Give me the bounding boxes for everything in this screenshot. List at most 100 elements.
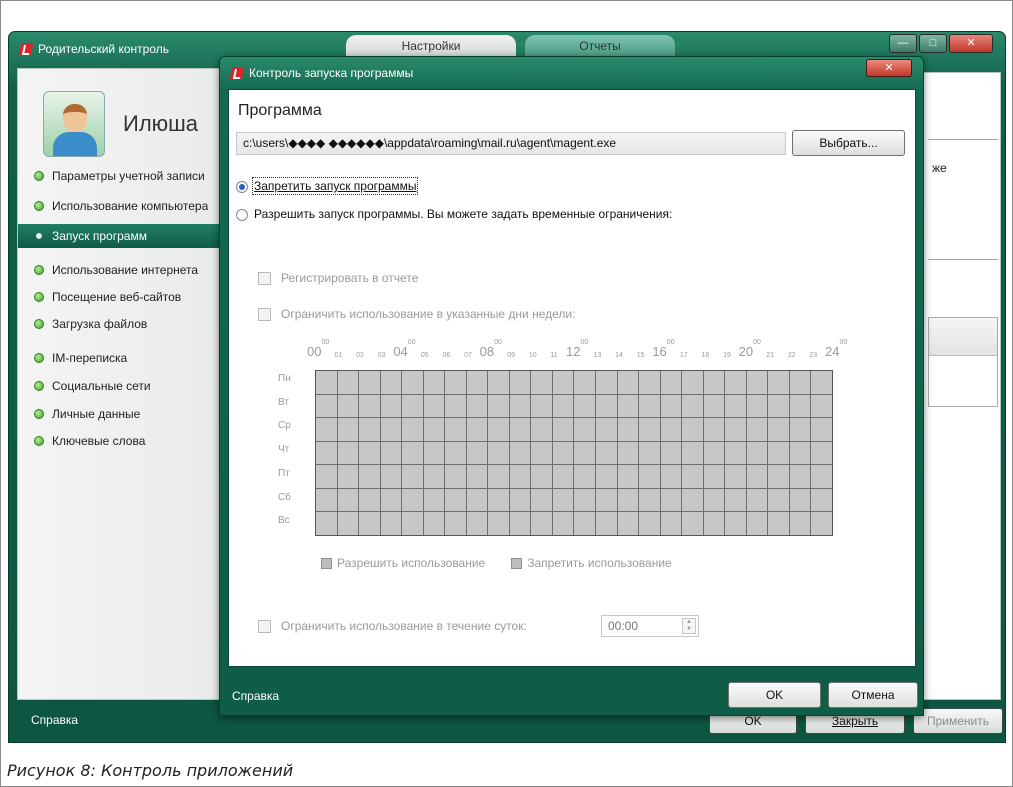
schedule-cell[interactable] [639, 371, 660, 394]
schedule-cell[interactable] [380, 418, 402, 441]
schedule-cell[interactable] [402, 488, 423, 512]
schedule-cell[interactable] [531, 418, 552, 441]
schedule-cell[interactable] [337, 465, 359, 488]
sidebar-item[interactable]: Посещение веб-сайтов [18, 285, 230, 309]
schedule-cell[interactable] [316, 441, 337, 465]
schedule-cell[interactable] [725, 394, 746, 418]
schedule-cell[interactable] [617, 488, 639, 512]
schedule-cell[interactable] [488, 371, 509, 394]
schedule-cell[interactable] [617, 371, 639, 394]
radio-block-launch[interactable] [236, 181, 248, 193]
schedule-cell[interactable] [660, 371, 682, 394]
schedule-cell[interactable] [617, 418, 639, 441]
schedule-cell[interactable] [639, 394, 660, 418]
tab-settings[interactable]: Настройки [346, 35, 516, 57]
schedule-cell[interactable] [725, 465, 746, 488]
schedule-cell[interactable] [682, 371, 703, 394]
schedule-cell[interactable] [359, 371, 380, 394]
schedule-cell[interactable] [682, 441, 703, 465]
schedule-cell[interactable] [596, 394, 617, 418]
schedule-cell[interactable] [617, 441, 639, 465]
schedule-cell[interactable] [488, 512, 509, 535]
schedule-cell[interactable] [445, 488, 466, 512]
schedule-cell[interactable] [531, 488, 552, 512]
schedule-cell[interactable] [725, 441, 746, 465]
schedule-cell[interactable] [789, 371, 811, 394]
schedule-cell[interactable] [359, 488, 380, 512]
schedule-cell[interactable] [639, 418, 660, 441]
schedule-cell[interactable] [531, 441, 552, 465]
schedule-cell[interactable] [337, 512, 359, 535]
schedule-cell[interactable] [337, 371, 359, 394]
schedule-cell[interactable] [445, 371, 466, 394]
schedule-cell[interactable] [596, 488, 617, 512]
schedule-cell[interactable] [380, 488, 402, 512]
sidebar-item[interactable]: Ключевые слова [18, 429, 230, 453]
schedule-cell[interactable] [639, 488, 660, 512]
schedule-cell[interactable] [552, 441, 574, 465]
schedule-cell[interactable] [639, 441, 660, 465]
schedule-cell[interactable] [596, 465, 617, 488]
schedule-cell[interactable] [445, 465, 466, 488]
schedule-cell[interactable] [725, 371, 746, 394]
schedule-cell[interactable] [402, 371, 423, 394]
sidebar-item[interactable]: IM-переписка [18, 346, 230, 370]
schedule-cell[interactable] [509, 418, 531, 441]
sidebar-item[interactable]: Запуск программ [18, 224, 230, 248]
schedule-cell[interactable] [466, 418, 488, 441]
schedule-cell[interactable] [682, 512, 703, 535]
schedule-cell[interactable] [380, 371, 402, 394]
schedule-cell[interactable] [811, 394, 832, 418]
schedule-cell[interactable] [423, 488, 445, 512]
schedule-cell[interactable] [445, 394, 466, 418]
schedule-cell[interactable] [509, 512, 531, 535]
schedule-cell[interactable] [725, 488, 746, 512]
schedule-cell[interactable] [402, 512, 423, 535]
schedule-cell[interactable] [746, 394, 768, 418]
schedule-cell[interactable] [789, 488, 811, 512]
schedule-cell[interactable] [509, 394, 531, 418]
schedule-cell[interactable] [746, 512, 768, 535]
tab-reports[interactable]: Отчеты [525, 35, 675, 57]
schedule-cell[interactable] [596, 512, 617, 535]
schedule-cell[interactable] [552, 418, 574, 441]
schedule-cell[interactable] [402, 465, 423, 488]
schedule-cell[interactable] [789, 465, 811, 488]
schedule-cell[interactable] [531, 394, 552, 418]
schedule-cell[interactable] [337, 394, 359, 418]
dialog-cancel-button[interactable]: Отмена [828, 682, 918, 708]
schedule-cell[interactable] [445, 418, 466, 441]
schedule-cell[interactable] [811, 465, 832, 488]
schedule-cell[interactable] [574, 418, 596, 441]
schedule-cell[interactable] [660, 418, 682, 441]
schedule-cell[interactable] [316, 418, 337, 441]
schedule-cell[interactable] [509, 441, 531, 465]
schedule-cell[interactable] [660, 465, 682, 488]
schedule-cell[interactable] [682, 394, 703, 418]
schedule-cell[interactable] [531, 465, 552, 488]
schedule-cell[interactable] [789, 441, 811, 465]
schedule-cell[interactable] [574, 441, 596, 465]
schedule-cell[interactable] [316, 371, 337, 394]
schedule-cell[interactable] [574, 488, 596, 512]
schedule-cell[interactable] [768, 394, 789, 418]
schedule-cell[interactable] [552, 465, 574, 488]
schedule-cell[interactable] [617, 512, 639, 535]
schedule-cell[interactable] [445, 441, 466, 465]
schedule-cell[interactable] [488, 488, 509, 512]
schedule-cell[interactable] [380, 512, 402, 535]
sidebar-item[interactable]: Использование интернета [18, 258, 230, 282]
schedule-cell[interactable] [574, 394, 596, 418]
help-link[interactable]: Справка [31, 713, 78, 727]
dialog-close-icon[interactable]: ✕ [866, 59, 912, 77]
schedule-cell[interactable] [811, 371, 832, 394]
checkbox-limit-days-label[interactable]: Ограничить использование в указанные дни… [281, 307, 575, 321]
schedule-cell[interactable] [811, 488, 832, 512]
schedule-cell[interactable] [466, 441, 488, 465]
checkbox-log-report[interactable] [258, 272, 271, 285]
schedule-cell[interactable] [423, 441, 445, 465]
schedule-cell[interactable] [811, 441, 832, 465]
schedule-cell[interactable] [337, 488, 359, 512]
schedule-cell[interactable] [552, 394, 574, 418]
dialog-ok-button[interactable]: OK [728, 682, 821, 708]
